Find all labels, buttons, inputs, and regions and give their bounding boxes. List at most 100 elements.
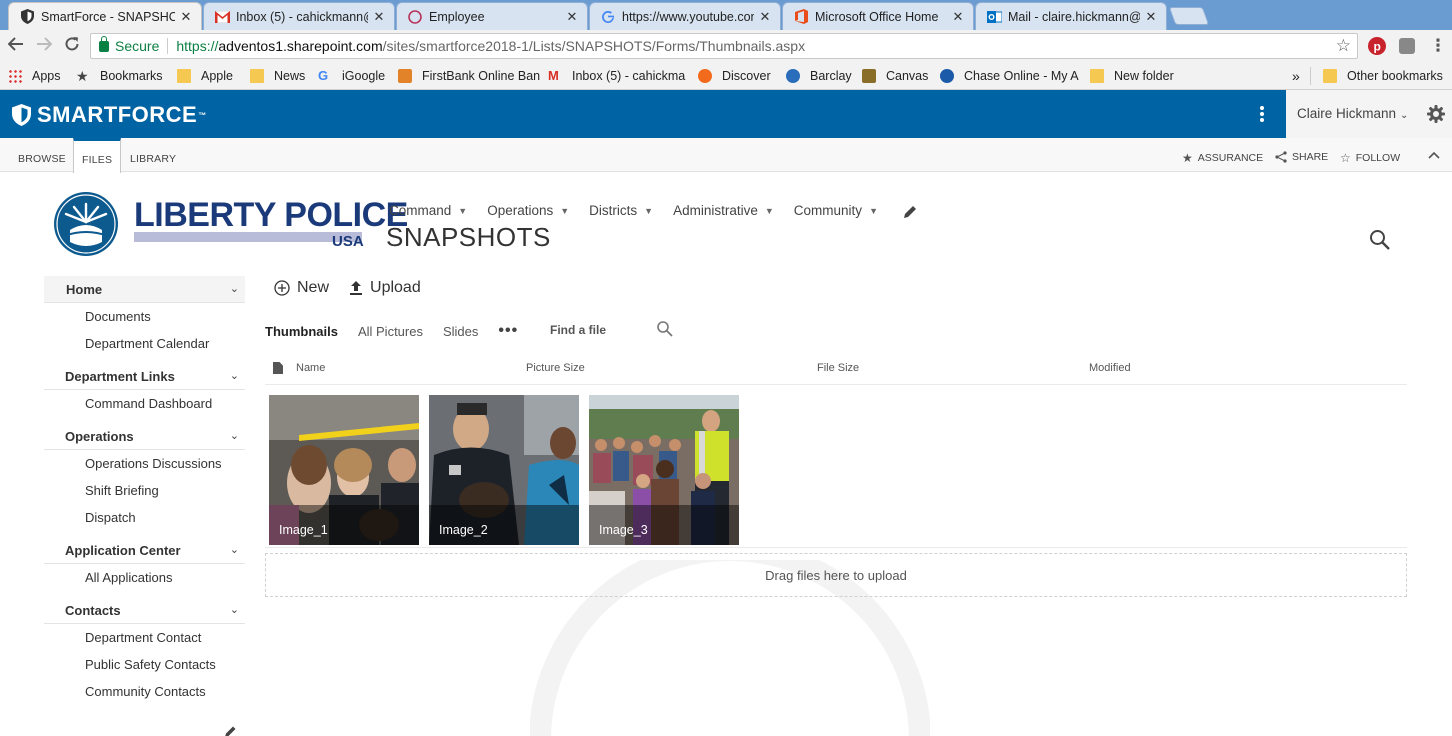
bookmark-new-folder[interactable]: New folder [1090,67,1174,85]
star-outline-icon: ☆ [1340,151,1351,165]
nav-heading-application-center[interactable]: Application Center ⌄ [44,537,245,564]
column-modified[interactable]: Modified [1089,362,1131,374]
nav-heading-operations[interactable]: Operations ⌄ [44,423,245,450]
follow-button[interactable]: ☆ FOLLOW [1340,151,1400,165]
close-tab-icon[interactable]: ✕ [1144,9,1158,25]
find-a-file-search[interactable]: Find a file [540,316,680,342]
chevron-down-icon[interactable]: ⌄ [230,597,239,624]
nav-administrative[interactable]: Administrative ▼ [673,203,774,218]
nav-link-department-calendar[interactable]: Department Calendar [44,330,245,357]
tab-files[interactable]: FILES [73,138,122,173]
tab-browse[interactable]: BROWSE [18,138,66,172]
pinterest-extension-icon[interactable]: p [1368,37,1386,55]
nav-link-dispatch[interactable]: Dispatch [44,504,245,531]
url-text: https://adventos1.sharepoint.com/sites/s… [176,38,806,54]
gear-icon[interactable] [1426,104,1446,124]
chevron-down-icon[interactable]: ⌄ [230,423,239,450]
browser-tab-gmail[interactable]: Inbox (5) - cahickmann@ ✕ [203,2,395,30]
bookmark-apple[interactable]: Apple [177,67,233,85]
view-all-pictures[interactable]: All Pictures [358,324,423,339]
browser-tab-outlook[interactable]: Mail - claire.hickmann@a ✕ [975,2,1167,30]
nav-link-department-contact[interactable]: Department Contact [44,624,245,651]
chevron-down-icon: ▼ [644,205,654,216]
nav-link-community-contacts[interactable]: Community Contacts [44,678,245,705]
thumbnail-image-2[interactable]: Image_2 [429,395,579,545]
liberty-police-logo[interactable]: LIBERTY POLICE USA [54,192,408,261]
nav-districts[interactable]: Districts ▼ [589,203,653,218]
chevron-down-icon[interactable]: ⌄ [230,276,239,303]
bookmark-discover[interactable]: Discover [698,67,771,85]
bookmark-firstbank[interactable]: FirstBank Online Ban [398,67,540,85]
more-options-icon[interactable] [1256,104,1268,124]
lock-icon [99,35,109,52]
close-tab-icon[interactable]: ✕ [372,9,386,25]
nav-command[interactable]: Command ▼ [389,203,467,218]
nav-link-operations-discussions[interactable]: Operations Discussions [44,450,245,477]
tab-library[interactable]: LIBRARY [130,138,176,172]
nav-community[interactable]: Community ▼ [794,203,878,218]
nav-heading-home[interactable]: Home ⌄ [44,276,245,303]
upload-button[interactable]: Upload [349,279,421,297]
bookmark-star-icon[interactable]: ☆ [1336,36,1351,56]
browser-tab-office[interactable]: Microsoft Office Home ✕ [782,2,974,30]
nav-link-shift-briefing[interactable]: Shift Briefing [44,477,245,504]
column-file-size[interactable]: File Size [817,362,859,374]
address-bar[interactable]: Secure https://adventos1.sharepoint.com/… [90,33,1358,59]
column-picture-size[interactable]: Picture Size [526,362,585,374]
close-tab-icon[interactable]: ✕ [758,9,772,25]
edit-links-pencil-icon[interactable] [902,204,918,220]
bookmark-news[interactable]: News [250,67,305,85]
collapse-ribbon-icon[interactable] [1428,148,1440,162]
browser-tab-smartforce[interactable]: SmartForce - SNAPSHOTS ✕ [8,2,202,30]
close-tab-icon[interactable]: ✕ [565,9,579,25]
upload-dropzone[interactable]: Drag files here to upload [265,553,1407,597]
forward-arrow-icon[interactable] [34,36,54,56]
nav-heading-department-links[interactable]: Department Links ⌄ [44,363,245,390]
nav-link-all-applications[interactable]: All Applications [44,564,245,591]
browser-menu-icon[interactable]: ⋮ [1428,36,1448,56]
more-views-icon[interactable]: ••• [498,322,518,340]
assurance-button[interactable]: ★ ASSURANCE [1182,151,1263,165]
nav-link-command-dashboard[interactable]: Command Dashboard [44,390,245,417]
bookmark-inbox[interactable]: M Inbox (5) - cahickma [548,67,685,85]
browser-tab-youtube[interactable]: https://www.youtube.com ✕ [589,2,781,30]
extension-icon[interactable] [1399,38,1415,54]
nav-operations[interactable]: Operations ▼ [487,203,569,218]
new-button[interactable]: New [274,279,329,297]
back-arrow-icon[interactable] [6,36,26,56]
view-thumbnails[interactable]: Thumbnails [265,324,338,339]
thumbnail-image-1[interactable]: Image_1 [269,395,419,545]
bookmark-apps[interactable]: Apps [8,67,61,85]
bookmark-igoogle[interactable]: GiGoogle [318,67,385,85]
chevron-down-icon[interactable]: ⌄ [230,363,239,390]
svg-text:p: p [1374,40,1381,54]
nav-heading-contacts[interactable]: Contacts ⌄ [44,597,245,624]
bookmark-bookmarks[interactable]: ★ Bookmarks [76,67,163,85]
bookmarks-overflow[interactable]: » [1292,67,1300,85]
nav-link-public-safety-contacts[interactable]: Public Safety Contacts [44,651,245,678]
smartforce-logo[interactable]: SMARTFORCE ™ [12,102,207,128]
folder-icon [1323,69,1337,83]
chevron-down-icon: ▼ [560,205,570,216]
bookmark-chase[interactable]: Chase Online - My A [940,67,1079,85]
star-icon: ★ [1182,151,1193,165]
edit-nav-pencil-icon[interactable] [224,724,238,736]
close-tab-icon[interactable]: ✕ [179,9,193,25]
browser-tab-employee[interactable]: Employee ✕ [396,2,588,30]
document-type-icon [273,362,283,374]
share-button[interactable]: SHARE [1275,151,1328,163]
new-tab-button[interactable] [1168,7,1210,25]
view-slides[interactable]: Slides [443,324,478,339]
bookmark-barclay[interactable]: Barclay [786,67,852,85]
other-bookmarks[interactable]: Other bookmarks [1323,67,1443,85]
chevron-down-icon[interactable]: ⌄ [230,537,239,564]
thumbnail-image-3[interactable]: Image_3 [589,395,739,545]
search-icon[interactable] [1369,229,1391,251]
search-icon[interactable] [656,320,674,338]
nav-link-documents[interactable]: Documents [44,303,245,330]
reload-icon[interactable] [62,36,82,56]
close-tab-icon[interactable]: ✕ [951,9,965,25]
bookmark-canvas[interactable]: Canvas [862,67,928,85]
column-name[interactable]: Name [296,362,325,374]
google-icon: G [318,68,329,83]
